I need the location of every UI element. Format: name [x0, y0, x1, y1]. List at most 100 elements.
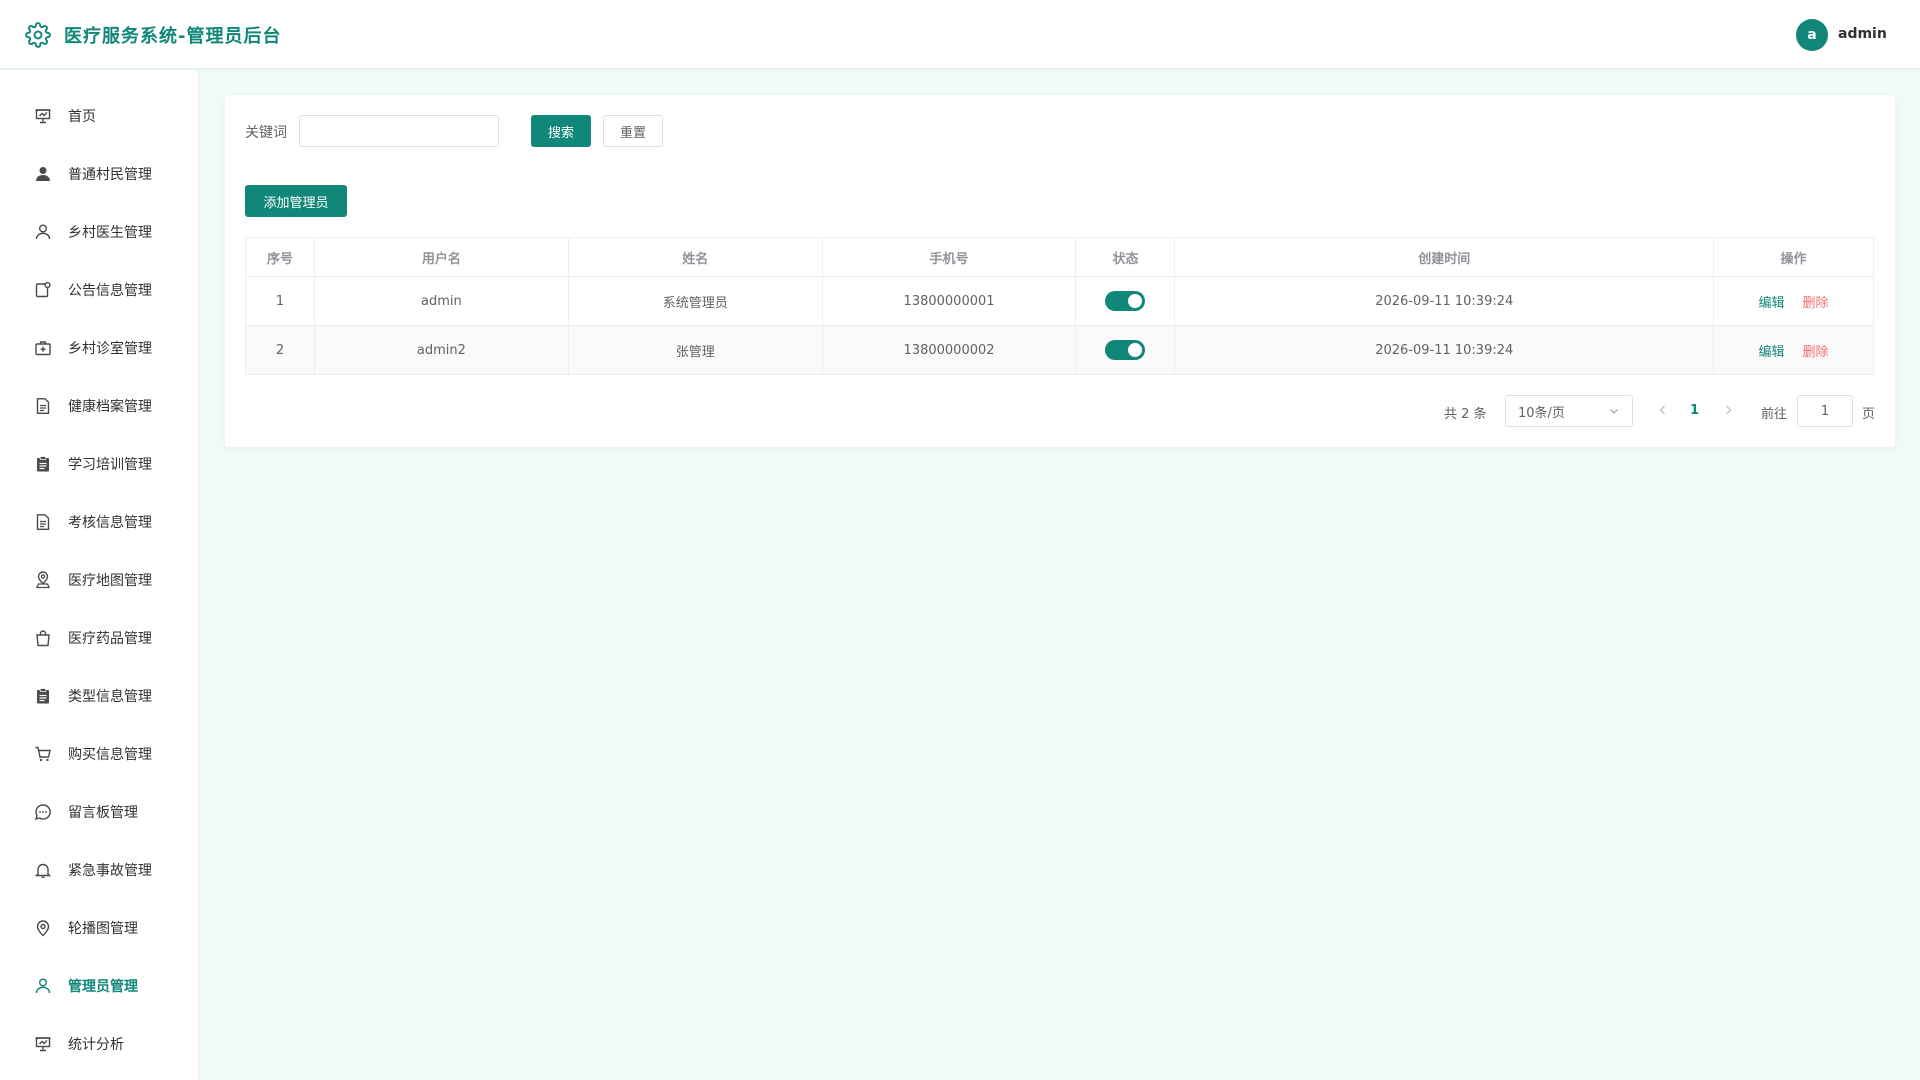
page-size-select[interactable]: 10条/页 [1505, 395, 1633, 427]
cell-phone: 13800000002 [821, 325, 1077, 375]
sidebar-item-label: 统计分析 [68, 1037, 124, 1053]
shopping-bag-icon [36, 630, 50, 647]
clipboard-icon [37, 456, 49, 472]
sidebar-item-label: 类型信息管理 [68, 689, 152, 705]
chat-dot-icon [34, 804, 51, 821]
sidebar-item-9[interactable]: 医疗药品管理 [0, 618, 199, 658]
first-aid-kit-icon [35, 341, 51, 356]
cell-created: 2026-09-11 10:39:24 [1174, 325, 1715, 375]
sidebar-item-10[interactable]: 类型信息管理 [0, 676, 199, 716]
sidebar-item-label: 乡村医生管理 [68, 225, 152, 241]
cell-status [1075, 276, 1176, 326]
add-admin-button[interactable]: 添加管理员 [245, 185, 347, 217]
gear-icon [25, 22, 51, 48]
location-pin-icon [36, 920, 50, 937]
keyword-input[interactable] [299, 115, 499, 147]
cell-status [1075, 325, 1176, 375]
user-icon [35, 224, 51, 240]
cell-username: admin2 [313, 325, 569, 375]
page-size-value: 10条/页 [1518, 405, 1565, 421]
sidebar-item-8[interactable]: 医疗地图管理 [0, 560, 199, 600]
goto-page-input[interactable] [1797, 395, 1853, 427]
sidebar-item-label: 留言板管理 [68, 805, 138, 821]
sidebar-item-14[interactable]: 轮播图管理 [0, 908, 199, 948]
cell-index: 2 [245, 325, 315, 375]
delete-link[interactable]: 删除 [1803, 345, 1829, 360]
col-header-name: 姓名 [567, 237, 823, 277]
cell-index: 1 [245, 276, 315, 326]
bell-icon [34, 863, 52, 878]
cell-username: admin [313, 276, 569, 326]
sidebar-item-label: 乡村诊室管理 [68, 341, 152, 357]
clipboard-icon [37, 688, 49, 704]
sidebar-item-label: 轮播图管理 [68, 921, 138, 937]
chevron-left-icon[interactable] [1656, 403, 1670, 417]
chart-board-icon [35, 109, 51, 124]
sidebar-item-label: 学习培训管理 [68, 457, 152, 473]
col-header-index: 序号 [245, 237, 315, 277]
user-name[interactable]: admin [1838, 26, 1887, 42]
sidebar-item-15[interactable]: 管理员管理 [0, 966, 199, 1006]
sidebar-item-0[interactable]: 首页 [0, 96, 199, 136]
sidebar-item-1[interactable]: 普通村民管理 [0, 154, 199, 194]
delete-link[interactable]: 删除 [1803, 296, 1829, 311]
sidebar-item-7[interactable]: 考核信息管理 [0, 502, 199, 542]
sidebar-item-11[interactable]: 购买信息管理 [0, 734, 199, 774]
sidebar-item-label: 首页 [68, 109, 96, 125]
admin-table: 序号 用户名 姓名 手机号 状态 创建时间 操作 1 admin 系统管理员 1… [245, 237, 1874, 375]
app-title: 医疗服务系统-管理员后台 [64, 26, 282, 47]
chart-board-icon [35, 1037, 51, 1052]
chevron-down-icon [1610, 409, 1618, 414]
user-filled-icon [36, 167, 50, 181]
user-icon [35, 978, 51, 994]
cell-name: 系统管理员 [567, 276, 823, 326]
search-button[interactable]: 搜索 [531, 115, 591, 147]
goto-label: 前往 [1761, 407, 1788, 422]
sidebar-item-label: 普通村民管理 [68, 167, 152, 183]
top-header: 医疗服务系统-管理员后台 a admin [0, 0, 1920, 69]
sidebar-item-16[interactable]: 统计分析 [0, 1024, 199, 1064]
avatar[interactable]: a [1796, 19, 1828, 51]
sidebar: 首页普通村民管理 乡村医生管理 公告信息管理 乡村诊室管理 健康档案管理 学习培训管理考核… [0, 70, 199, 1080]
page-number-current[interactable]: 1 [1690, 403, 1699, 418]
sidebar-item-label: 公告信息管理 [68, 283, 152, 299]
col-header-actions: 操作 [1713, 237, 1874, 277]
sidebar-item-13[interactable]: 紧急事故管理 [0, 850, 199, 890]
cell-name: 张管理 [567, 325, 823, 375]
document-icon [36, 398, 50, 414]
sidebar-item-3[interactable]: 公告信息管理 [0, 270, 199, 310]
map-location-icon [36, 571, 50, 589]
cell-created: 2026-09-11 10:39:24 [1174, 276, 1715, 326]
sidebar-item-2[interactable]: 乡村医生管理 [0, 212, 199, 252]
edit-link[interactable]: 编辑 [1759, 296, 1785, 311]
col-header-phone: 手机号 [821, 237, 1077, 277]
col-header-username: 用户名 [313, 237, 569, 277]
col-header-created: 创建时间 [1174, 237, 1715, 277]
sidebar-item-5[interactable]: 健康档案管理 [0, 386, 199, 426]
document-icon [36, 514, 50, 530]
sidebar-item-label: 管理员管理 [68, 979, 138, 995]
table-row: 1 admin 系统管理员 13800000001 2026-09-11 10:… [245, 276, 1874, 326]
pagination-total: 共 2 条 [1444, 407, 1487, 422]
sidebar-item-label: 紧急事故管理 [68, 863, 152, 879]
cell-actions: 编辑 删除 [1713, 325, 1874, 375]
cell-actions: 编辑 删除 [1713, 276, 1874, 326]
cell-phone: 13800000001 [821, 276, 1077, 326]
sidebar-item-label: 购买信息管理 [68, 747, 152, 763]
chevron-right-icon[interactable] [1721, 403, 1735, 417]
sidebar-item-label: 医疗药品管理 [68, 631, 152, 647]
reset-button[interactable]: 重置 [603, 115, 663, 147]
page-label: 页 [1862, 407, 1876, 422]
sidebar-item-6[interactable]: 学习培训管理 [0, 444, 199, 484]
sidebar-item-4[interactable]: 乡村诊室管理 [0, 328, 199, 368]
sidebar-item-12[interactable]: 留言板管理 [0, 792, 199, 832]
status-toggle[interactable] [1105, 340, 1146, 360]
edit-link[interactable]: 编辑 [1759, 345, 1785, 360]
status-toggle[interactable] [1105, 291, 1146, 311]
sidebar-item-label: 医疗地图管理 [68, 573, 152, 589]
keyword-label: 关键词 [245, 125, 287, 141]
shopping-cart-icon [35, 746, 51, 762]
sidebar-item-label: 健康档案管理 [68, 399, 152, 415]
col-header-status: 状态 [1075, 237, 1176, 277]
table-row: 2 admin2 张管理 13800000002 2026-09-11 10:3… [245, 325, 1874, 375]
